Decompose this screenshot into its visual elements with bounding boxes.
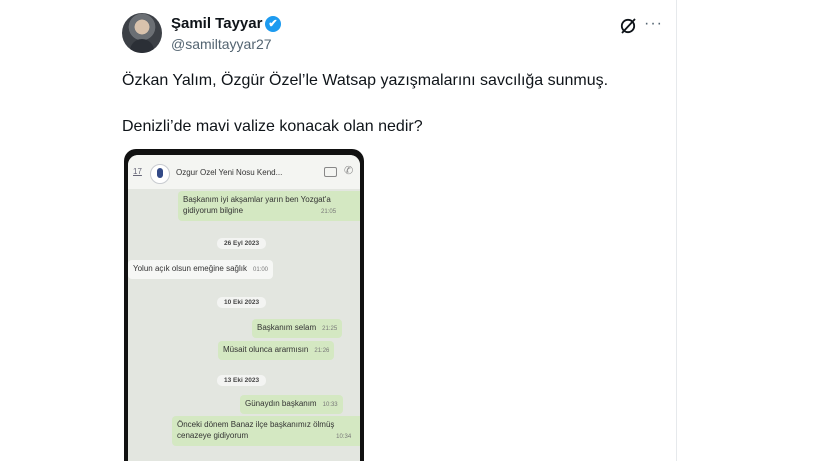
video-call-icon xyxy=(324,167,337,177)
author-avatar[interactable] xyxy=(122,13,162,53)
message-bubble: Müsait olunca ararmısın 21:26 xyxy=(218,341,335,360)
more-icon[interactable]: ··· xyxy=(644,15,663,33)
message-bubble: Önceki dönem Banaz ilçe başkanımız ölmüş… xyxy=(172,416,360,446)
chat-screenshot: 17 Ozgur Ozel Yeni Nosu Kend... ✆ Başkan… xyxy=(128,155,360,461)
tweet-text-line-1: Özkan Yalım, Özgür Özel’le Watsap yazışm… xyxy=(122,72,609,89)
date-separator: 13 Eki 2023 xyxy=(217,375,267,386)
tweet-media-image[interactable]: 17 Ozgur Ozel Yeni Nosu Kend... ✆ Başkan… xyxy=(124,149,364,461)
author-name[interactable]: Şamil Tayyar xyxy=(171,15,262,32)
message-bubble: Yolun açık olsun emeğine sağlık 01:00 xyxy=(128,260,274,279)
chat-back-count: 17 xyxy=(133,167,142,176)
date-separator: 26 Eyl 2023 xyxy=(217,238,267,249)
grok-icon[interactable] xyxy=(619,17,637,35)
message-bubble: Başkanım selam 21:25 xyxy=(252,319,343,338)
phone-icon: ✆ xyxy=(344,165,354,177)
date-separator: 10 Eki 2023 xyxy=(217,297,267,308)
chat-header: 17 Ozgur Ozel Yeni Nosu Kend... ✆ xyxy=(128,155,360,189)
message-bubble: Günaydın başkanım 10:33 xyxy=(240,395,343,414)
timeline-divider xyxy=(676,0,677,461)
verified-badge-icon: ✔ xyxy=(265,16,281,32)
tweet-text-line-2: Denizli’de mavi valize konacak olan nedi… xyxy=(122,118,423,135)
message-bubble: Başkanım iyi akşamlar yarın ben Yozgat'a… xyxy=(178,191,360,221)
contact-title: Ozgur Ozel Yeni Nosu Kend... xyxy=(176,168,283,177)
author-handle[interactable]: @samiltayyar27 xyxy=(171,36,272,52)
contact-avatar xyxy=(150,164,170,184)
